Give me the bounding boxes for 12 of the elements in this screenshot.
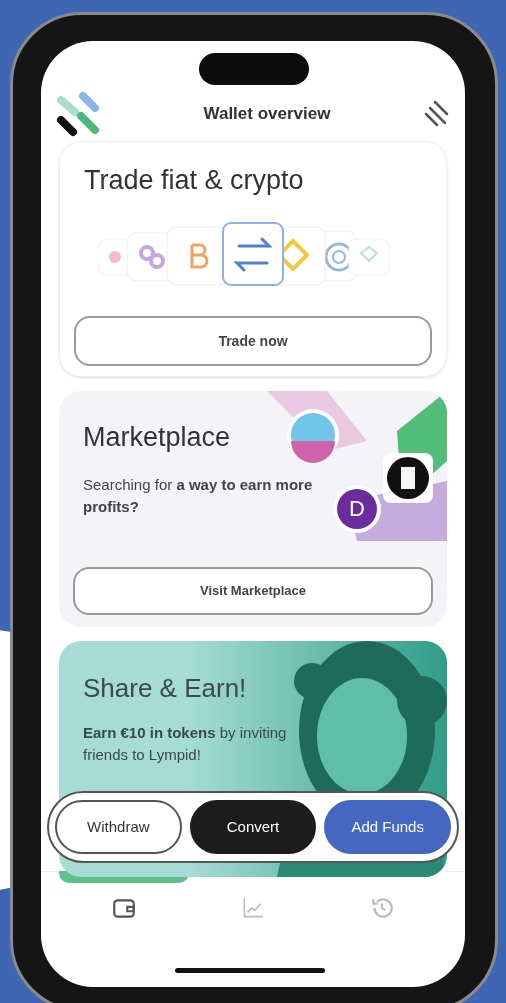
card-description: Earn €10 in tokens by inviting friends to Lympid! (83, 723, 288, 765)
token-letter: D (348, 496, 366, 522)
card-description: Searching for a way to earn more profits? (82, 474, 314, 517)
trade-now-button[interactable]: Trade now (74, 316, 432, 366)
card-title: Trade fiat & crypto (83, 164, 305, 197)
add-funds-button[interactable]: Add Funds (324, 800, 451, 854)
card-title: Share & Earn! (83, 672, 248, 705)
visit-marketplace-button[interactable]: Visit Marketplace (73, 567, 433, 615)
screen-title: Wallet overview (203, 103, 331, 126)
card-title: Marketplace (82, 421, 232, 454)
withdraw-button[interactable]: Withdraw (55, 800, 182, 854)
convert-button[interactable]: Convert (189, 800, 317, 854)
